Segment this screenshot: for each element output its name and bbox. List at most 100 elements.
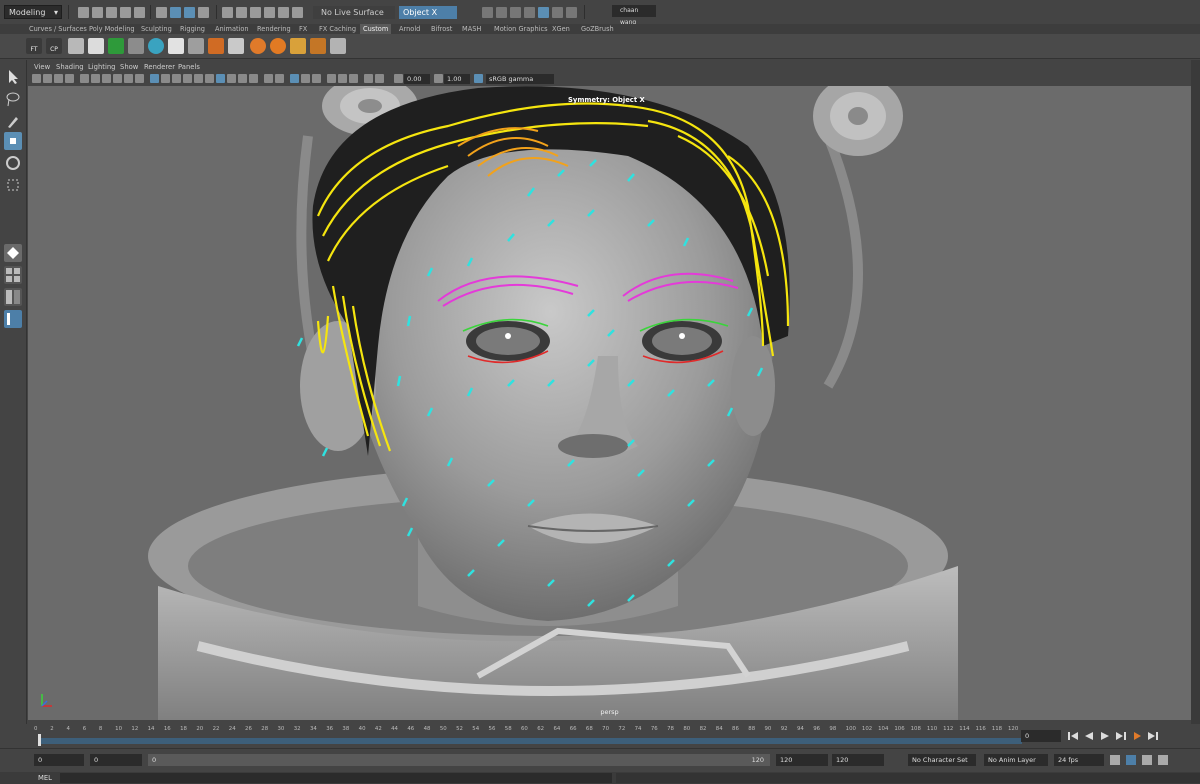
tab-xgen[interactable]: XGen [549,24,573,34]
front-view-icon[interactable]: FT [26,38,42,54]
render-view-icon[interactable] [482,7,493,18]
move-tool-icon[interactable] [4,132,22,150]
headsup-icon[interactable] [312,74,321,83]
exposure-field[interactable]: 0.00 [404,74,430,84]
command-input[interactable] [60,773,612,783]
snap-grid-icon[interactable] [222,7,233,18]
backface-culling-icon[interactable] [301,74,310,83]
select-object-icon[interactable] [170,7,181,18]
snap-point-icon[interactable] [250,7,261,18]
anim-layer-dropdown[interactable]: No Anim Layer [984,754,1048,766]
shadows-icon[interactable] [205,74,214,83]
depth-of-field-icon[interactable] [249,74,258,83]
current-frame-field[interactable]: 0 [1021,730,1061,742]
snap-options-icon[interactable] [198,7,209,18]
command-language-label[interactable]: MEL [38,772,52,784]
shelf-tool-icon[interactable] [330,38,346,54]
wireframe-icon[interactable] [150,74,159,83]
grid-icon[interactable] [80,74,89,83]
gate-mask-icon[interactable] [113,74,122,83]
cube-grid-icon[interactable] [88,38,104,54]
bend-icon[interactable] [310,38,326,54]
playback-end-field[interactable]: 120 [776,754,828,766]
tab-curves-surfaces[interactable]: Curves / Surfaces [26,24,90,34]
new-scene-icon[interactable] [78,7,89,18]
motion-blur-icon[interactable] [227,74,236,83]
select-component-icon[interactable] [184,7,195,18]
side-by-side-layout-icon[interactable] [4,288,22,306]
safe-action-icon[interactable] [135,74,144,83]
textured-icon[interactable] [183,74,192,83]
render-frame-icon[interactable] [496,7,507,18]
character-set-dropdown[interactable]: No Character Set [908,754,976,766]
tab-arnold[interactable]: Arnold [396,24,423,34]
auto-key-icon[interactable] [1126,755,1136,765]
gamma-field[interactable]: 1.00 [444,74,470,84]
mesh-icon[interactable] [188,38,204,54]
pause-icon[interactable] [566,7,577,18]
bookmarks-icon[interactable] [54,74,63,83]
tab-motion-graphics[interactable]: Motion Graphics [491,24,551,34]
play-forward-icon[interactable] [1100,731,1110,741]
symmetry-dropdown[interactable]: Object X [399,6,457,19]
panels-icon[interactable] [228,38,244,54]
menu-view[interactable]: View [34,62,50,72]
ipr-render-icon[interactable] [510,7,521,18]
viewport-settings-icon[interactable] [338,74,347,83]
four-view-layout-icon[interactable] [4,266,22,284]
use-all-lights-icon[interactable] [194,74,203,83]
snap-surface-icon[interactable] [278,7,289,18]
ui-elements-icon[interactable] [349,74,358,83]
lasso-tool-icon[interactable] [4,90,22,108]
menu-show[interactable]: Show [120,62,138,72]
tab-poly-modeling[interactable]: Poly Modeling [86,24,138,34]
open-scene-icon[interactable] [92,7,103,18]
menu-renderer[interactable]: Renderer [144,62,175,72]
anim-prefs-icon[interactable] [1142,755,1152,765]
range-slider[interactable]: 0 120 [148,754,770,766]
tab-custom[interactable]: Custom [360,24,392,34]
sound-icon[interactable] [1158,755,1168,765]
tab-bifrost[interactable]: Bifrost [428,24,455,34]
animation-start-field[interactable]: 0 [34,754,84,766]
single-view-layout-icon[interactable] [4,244,22,262]
menu-set-dropdown[interactable]: Modeling ▾ [4,5,62,19]
color-management-icon[interactable] [375,74,384,83]
go-to-end-icon[interactable] [1148,731,1158,741]
fps-dropdown[interactable]: 24 fps [1054,754,1104,766]
make-live-icon[interactable] [292,7,303,18]
cube-orange-icon[interactable] [208,38,224,54]
bake-icon[interactable] [270,38,286,54]
play-icon[interactable] [552,7,563,18]
tab-animation[interactable]: Animation [212,24,252,34]
paint-select-icon[interactable] [4,112,22,130]
multisample-aa-icon[interactable] [238,74,247,83]
animation-end-field[interactable]: 120 [832,754,884,766]
camera-select-icon[interactable] [32,74,41,83]
tab-fx-caching[interactable]: FX Caching [316,24,359,34]
live-surface-field[interactable]: No Live Surface [313,6,395,19]
camera-persp-icon[interactable]: CP [46,38,62,54]
excel-icon[interactable] [108,38,124,54]
undo-icon[interactable] [120,7,131,18]
xray-icon[interactable] [275,74,284,83]
color-space-dropdown[interactable]: sRGB gamma [486,74,554,84]
wireframe-on-shaded-icon[interactable] [172,74,181,83]
field-chart-icon[interactable] [124,74,133,83]
menu-panels[interactable]: Panels [178,62,200,72]
xray-joints-icon[interactable] [290,74,299,83]
tab-gozbrush[interactable]: GoZBrush [578,24,617,34]
checker-icon[interactable] [68,38,84,54]
exposure-icon[interactable] [394,74,403,83]
playback-start-field[interactable]: 0 [90,754,142,766]
tab-fx[interactable]: FX [296,24,310,34]
sphere-icon[interactable] [148,38,164,54]
hypershade-icon[interactable] [538,7,549,18]
screen-space-ao-icon[interactable] [216,74,225,83]
image-plane-icon[interactable] [65,74,74,83]
render-settings-icon[interactable] [524,7,535,18]
loop-icon[interactable] [1110,755,1120,765]
step-forward-key-icon[interactable] [1132,731,1142,741]
selection-highlight-icon[interactable] [364,74,373,83]
snap-curve-icon[interactable] [236,7,247,18]
